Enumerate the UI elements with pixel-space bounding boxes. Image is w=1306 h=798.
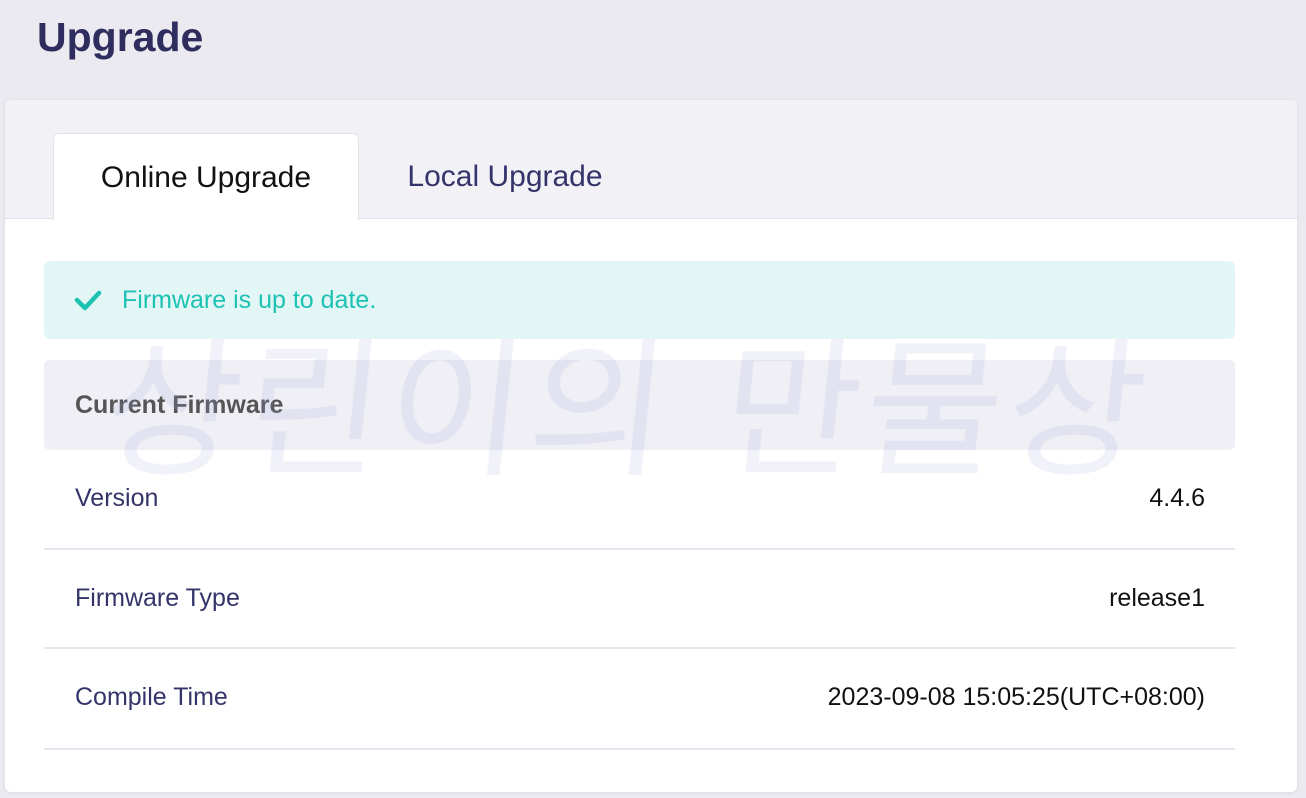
page-title: Upgrade: [37, 14, 204, 60]
status-alert: Firmware is up to date.: [44, 261, 1235, 339]
tab-online-upgrade[interactable]: Online Upgrade: [53, 133, 359, 220]
row-label: Compile Time: [75, 683, 228, 711]
check-icon: [74, 290, 102, 311]
row-label: Firmware Type: [75, 584, 240, 612]
info-row-version: Version 4.4.6: [44, 450, 1235, 550]
row-value: 2023-09-08 15:05:25(UTC+08:00): [827, 683, 1205, 711]
section-title: Current Firmware: [75, 391, 284, 419]
tab-bar: Online Upgrade Local Upgrade: [5, 100, 1297, 220]
row-label: Version: [75, 484, 159, 512]
row-value: release1: [1109, 584, 1205, 612]
info-row-compile-time: Compile Time 2023-09-08 15:05:25(UTC+08:…: [44, 649, 1235, 750]
info-row-firmware-type: Firmware Type release1: [44, 550, 1235, 649]
firmware-info-list: Version 4.4.6 Firmware Type release1 Com…: [44, 450, 1235, 750]
upgrade-card: Online Upgrade Local Upgrade Firmware is…: [5, 100, 1297, 792]
tab-local-upgrade[interactable]: Local Upgrade: [359, 133, 651, 220]
row-value: 4.4.6: [1149, 484, 1205, 512]
current-firmware-header: Current Firmware: [44, 360, 1235, 450]
status-message: Firmware is up to date.: [122, 286, 377, 314]
